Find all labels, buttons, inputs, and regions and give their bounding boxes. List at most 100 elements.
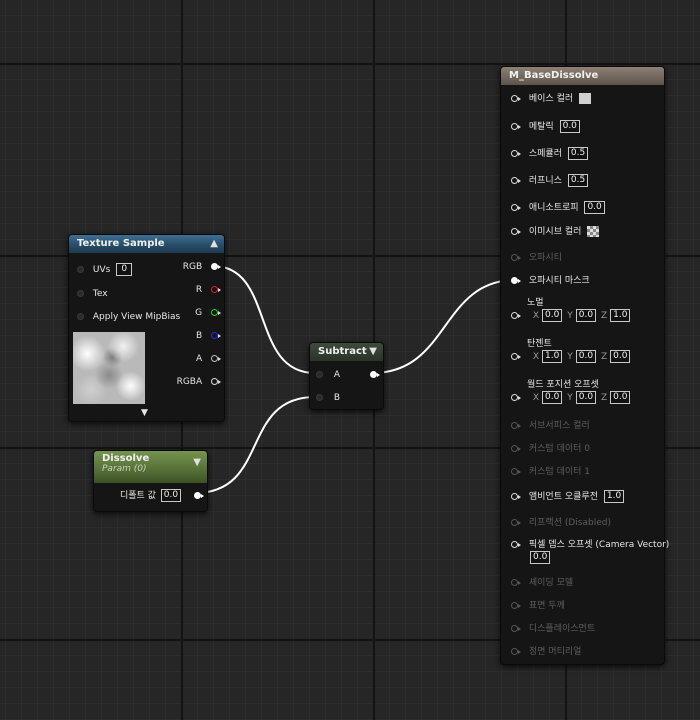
pixel-depth-offset-pin[interactable] bbox=[511, 541, 521, 548]
base-color-pin[interactable] bbox=[511, 95, 521, 102]
specular-input[interactable]: 스페큘러 0.5 bbox=[511, 147, 589, 160]
metallic-value[interactable]: 0.0 bbox=[559, 120, 580, 133]
metallic-input[interactable]: 메탈릭 0.0 bbox=[511, 120, 580, 133]
rgba-pin[interactable] bbox=[211, 378, 221, 385]
roughness-value[interactable]: 0.5 bbox=[567, 174, 589, 187]
anisotropy-input[interactable]: 애니소트로피 0.0 bbox=[511, 201, 605, 214]
emissive-color-input[interactable]: 이미시브 컬러 bbox=[511, 226, 600, 238]
base-color-input[interactable]: 베이스 컬러 bbox=[511, 93, 592, 105]
specular-value[interactable]: 0.5 bbox=[567, 147, 589, 160]
wpo-x-value[interactable]: 0.0 bbox=[542, 391, 563, 404]
custom-data-1-input[interactable]: 커스텀 데이터 1 bbox=[511, 466, 590, 478]
tangent-input[interactable]: 탄젠트 X 1.0 Y 0.0 Z 0.0 bbox=[511, 338, 631, 363]
rgb-output[interactable]: RGB bbox=[183, 261, 221, 273]
emissive-color-pin[interactable] bbox=[511, 228, 521, 235]
subtract-node[interactable]: Subtract ▼ A B bbox=[309, 342, 384, 410]
a-output[interactable]: A bbox=[196, 353, 221, 365]
dissolve-output-pin[interactable] bbox=[194, 492, 204, 499]
refraction-input[interactable]: 리프랙션 (Disabled) bbox=[511, 517, 611, 529]
tangent-x-value[interactable]: 1.0 bbox=[542, 350, 563, 363]
world-position-offset-pin[interactable] bbox=[511, 394, 521, 401]
specular-pin[interactable] bbox=[511, 150, 521, 157]
a-pin[interactable] bbox=[211, 355, 221, 362]
tangent-pin[interactable] bbox=[511, 353, 521, 360]
subtract-output[interactable] bbox=[370, 369, 380, 381]
dissolve-param-node[interactable]: Dissolve Param (0) ▼ 디폴트 값 0.0 bbox=[93, 450, 208, 512]
custom-data-0-input[interactable]: 커스텀 데이터 0 bbox=[511, 443, 590, 455]
emissive-color-swatch[interactable] bbox=[587, 226, 600, 237]
roughness-label: 러프니스 bbox=[528, 176, 562, 186]
tangent-y-value[interactable]: 0.0 bbox=[575, 350, 597, 363]
custom-data-0-pin[interactable] bbox=[511, 445, 521, 452]
shading-model-pin[interactable] bbox=[511, 579, 521, 586]
rgba-output[interactable]: RGBA bbox=[177, 376, 221, 388]
dissolve-default-value-row[interactable]: 디폴트 값 0.0 bbox=[120, 489, 204, 502]
g-pin[interactable] bbox=[211, 309, 221, 316]
r-pin[interactable] bbox=[211, 286, 221, 293]
texture-sample-header[interactable]: Texture Sample ▲ bbox=[69, 235, 224, 253]
normal-x-value[interactable]: 0.0 bbox=[542, 309, 563, 322]
metallic-pin[interactable] bbox=[511, 123, 521, 130]
surface-thickness-input[interactable]: 표면 두께 bbox=[511, 600, 565, 612]
opacity-input[interactable]: 오파시티 bbox=[511, 252, 562, 264]
anisotropy-value[interactable]: 0.0 bbox=[584, 201, 605, 214]
normal-input[interactable]: 노멀 X 0.0 Y 0.0 Z 1.0 bbox=[511, 297, 631, 322]
normal-y-value[interactable]: 0.0 bbox=[575, 309, 597, 322]
uvs-pin[interactable] bbox=[77, 266, 84, 273]
b-pin[interactable] bbox=[211, 332, 221, 339]
roughness-input[interactable]: 러프니스 0.5 bbox=[511, 174, 589, 187]
material-result-node[interactable]: M_BaseDissolve 베이스 컬러 메탈릭 0.0 스페큘러 0.5 러… bbox=[500, 66, 669, 665]
anisotropy-pin[interactable] bbox=[511, 204, 521, 211]
apply-view-mipbias-input[interactable]: Apply View MipBias bbox=[77, 311, 180, 323]
normal-z-value[interactable]: 1.0 bbox=[610, 309, 631, 322]
chevron-down-icon[interactable]: ▼ bbox=[193, 457, 201, 468]
apply-view-mipbias-pin[interactable] bbox=[77, 313, 84, 320]
subsurface-color-input[interactable]: 서브서피스 컬러 bbox=[511, 420, 590, 432]
texture-sample-node[interactable]: Texture Sample ▲ UVs 0 Tex Apply View Mi… bbox=[68, 234, 225, 422]
material-header[interactable]: M_BaseDissolve bbox=[501, 67, 664, 85]
tex-pin[interactable] bbox=[77, 290, 84, 297]
chevron-up-icon[interactable]: ▲ bbox=[210, 235, 218, 253]
dissolve-default-value[interactable]: 0.0 bbox=[160, 489, 182, 502]
chevron-down-icon[interactable]: ▼ bbox=[369, 343, 377, 361]
subtract-output-pin[interactable] bbox=[370, 371, 380, 378]
opacity-pin[interactable] bbox=[511, 254, 521, 261]
ambient-occlusion-value[interactable]: 1.0 bbox=[603, 490, 625, 503]
ambient-occlusion-pin[interactable] bbox=[511, 493, 521, 500]
ambient-occlusion-input[interactable]: 앰비언트 오클루전 1.0 bbox=[511, 490, 625, 503]
base-color-swatch[interactable] bbox=[579, 93, 592, 104]
uvs-value[interactable]: 0 bbox=[116, 263, 133, 276]
normal-pin[interactable] bbox=[511, 312, 521, 319]
uvs-input[interactable]: UVs 0 bbox=[77, 263, 133, 276]
subtract-header[interactable]: Subtract ▼ bbox=[310, 343, 383, 361]
displacement-input[interactable]: 디스플레이스먼트 bbox=[511, 623, 595, 635]
shading-model-input[interactable]: 셰이딩 모델 bbox=[511, 577, 573, 589]
subtract-a-input[interactable]: A bbox=[316, 369, 340, 381]
subtract-b-pin[interactable] bbox=[316, 394, 323, 401]
pixel-depth-offset-value[interactable]: 0.0 bbox=[530, 551, 551, 564]
b-output[interactable]: B bbox=[196, 330, 221, 342]
subtract-b-input[interactable]: B bbox=[316, 392, 340, 404]
surface-thickness-pin[interactable] bbox=[511, 602, 521, 609]
wpo-z-value[interactable]: 0.0 bbox=[610, 391, 631, 404]
g-output[interactable]: G bbox=[195, 307, 221, 319]
rgb-pin[interactable] bbox=[211, 263, 221, 270]
roughness-pin[interactable] bbox=[511, 177, 521, 184]
opacity-mask-input[interactable]: 오파시티 마스크 bbox=[511, 275, 590, 287]
refraction-pin[interactable] bbox=[511, 519, 521, 526]
front-material-input[interactable]: 정면 머티리얼 bbox=[511, 646, 581, 658]
wpo-y-value[interactable]: 0.0 bbox=[575, 391, 597, 404]
subtract-a-pin[interactable] bbox=[316, 371, 323, 378]
front-material-pin[interactable] bbox=[511, 648, 521, 655]
tangent-z-value[interactable]: 0.0 bbox=[610, 350, 631, 363]
displacement-pin[interactable] bbox=[511, 625, 521, 632]
r-output[interactable]: R bbox=[196, 284, 221, 296]
dissolve-header[interactable]: Dissolve Param (0) ▼ bbox=[94, 451, 207, 483]
tex-input[interactable]: Tex bbox=[77, 288, 108, 300]
custom-data-1-pin[interactable] bbox=[511, 468, 521, 475]
world-position-offset-input[interactable]: 월드 포지션 오프셋 X 0.0 Y 0.0 Z 0.0 bbox=[511, 379, 631, 404]
chevron-down-icon[interactable]: ▼ bbox=[141, 407, 148, 419]
subsurface-color-pin[interactable] bbox=[511, 422, 521, 429]
pixel-depth-offset-input[interactable]: 픽셀 뎁스 오프셋 (Camera Vector) 0.0 bbox=[511, 539, 669, 564]
opacity-mask-pin[interactable] bbox=[511, 277, 521, 284]
